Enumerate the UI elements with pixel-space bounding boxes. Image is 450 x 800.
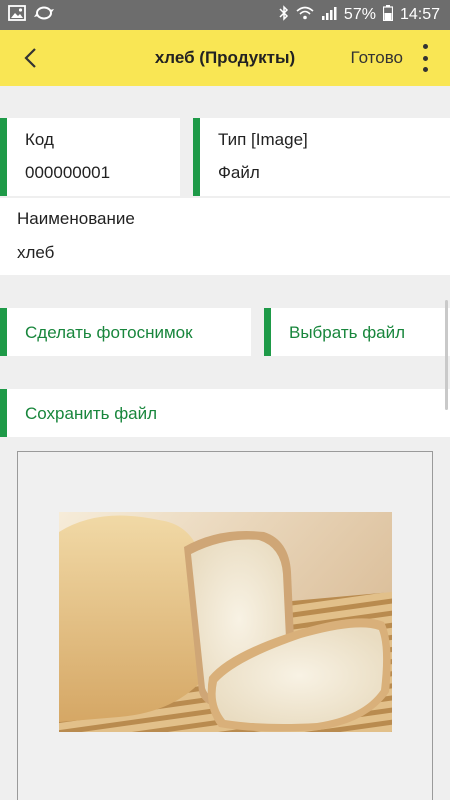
- save-file-button[interactable]: Сохранить файл: [0, 389, 450, 437]
- app-bar: хлеб (Продукты) Готово: [0, 30, 450, 86]
- more-button[interactable]: [420, 44, 430, 72]
- name-field[interactable]: Наименование хлеб: [0, 198, 450, 275]
- take-photo-button[interactable]: Сделать фотоснимок: [0, 308, 251, 356]
- code-value: 000000001: [25, 163, 111, 182]
- bluetooth-icon: [279, 4, 289, 26]
- name-label: Наименование: [17, 209, 135, 228]
- more-vertical-icon: [422, 44, 428, 49]
- type-field[interactable]: Тип [Image] Файл: [193, 118, 450, 196]
- clock: 14:57: [399, 6, 440, 23]
- name-value: хлеб: [17, 243, 55, 262]
- code-label: Код: [25, 130, 54, 149]
- back-button[interactable]: [14, 42, 46, 74]
- scrollbar[interactable]: [445, 300, 448, 410]
- bread-photo: [59, 512, 392, 732]
- image-icon: [8, 5, 26, 26]
- sync-icon: [34, 5, 54, 26]
- code-field: Код 000000001: [0, 118, 180, 196]
- battery-icon: [382, 4, 394, 26]
- signal-icon: [321, 6, 337, 25]
- choose-file-button[interactable]: Выбрать файл: [264, 308, 450, 356]
- arrow-left-icon: [24, 48, 36, 68]
- done-button[interactable]: Готово: [351, 30, 404, 86]
- status-bar: 57% 14:57: [0, 0, 450, 30]
- take-photo-label: Сделать фотоснимок: [25, 323, 193, 342]
- image-preview[interactable]: [17, 451, 433, 800]
- wifi-icon: [296, 6, 314, 25]
- type-value: Файл: [218, 163, 260, 182]
- type-label: Тип [Image]: [218, 130, 308, 149]
- choose-file-label: Выбрать файл: [289, 323, 406, 342]
- battery-percent: 57%: [343, 6, 376, 23]
- save-file-label: Сохранить файл: [25, 404, 158, 423]
